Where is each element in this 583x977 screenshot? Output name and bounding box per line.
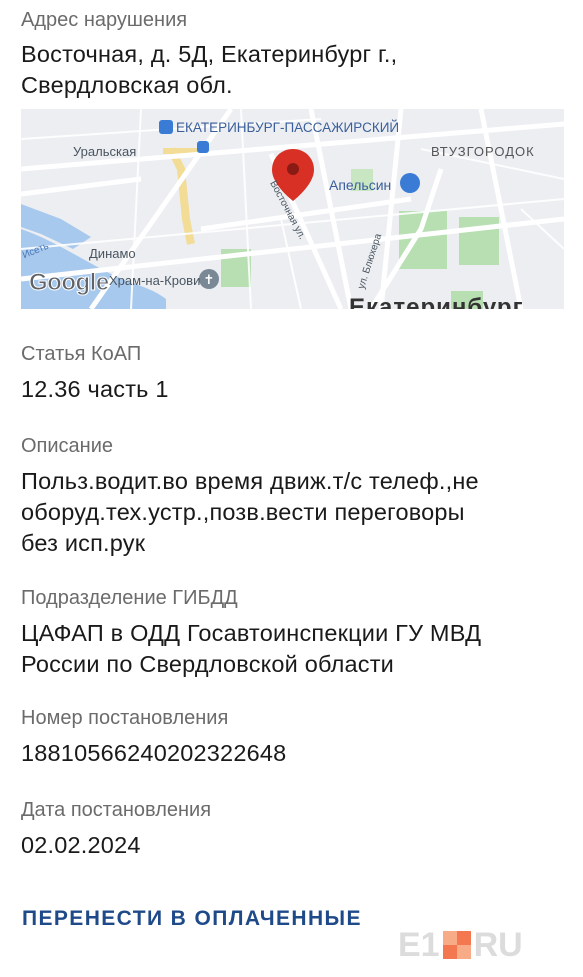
address-line-2: Свердловская обл. <box>21 72 233 98</box>
description-line-1: Польз.водит.во время движ.т/с телеф.,не <box>21 468 479 494</box>
description-label: Описание <box>21 435 114 457</box>
map-label-station: ЕКАТЕРИНБУРГ-ПАССАЖИРСКИЙ <box>176 120 400 135</box>
google-logo: Google <box>29 269 110 297</box>
description-line-2: оборуд.тех.устр.,позв.вести переговоры <box>21 499 465 525</box>
koap-article-value: 12.36 часть 1 <box>21 376 169 402</box>
watermark-squares-icon <box>442 931 471 959</box>
map-label-church: Храм-на-Крови <box>109 273 201 288</box>
map-label-apelsin: Апельсин <box>329 177 392 193</box>
violation-address-value: Восточная, д. 5Д, Екатеринбург г., Сверд… <box>21 39 559 101</box>
address-line-1: Восточная, д. 5Д, Екатеринбург г., <box>21 41 398 67</box>
gibdd-unit-field: Подразделение ГИБДД ЦАФАП в ОДД Госавтои… <box>21 586 559 680</box>
koap-article-field: Статья КоАП 12.36 часть 1 <box>21 342 559 405</box>
watermark-right-text: RU <box>473 926 523 964</box>
gibdd-unit-value: ЦАФАП в ОДД Госавтоинспекции ГУ МВД Росс… <box>21 618 559 680</box>
description-value: Польз.водит.во время движ.т/с телеф.,не … <box>21 466 559 559</box>
resolution-number-field: Номер постановления 18810566240202322648 <box>21 706 559 769</box>
map-label-vtuzgorodok: ВТУЗГОРОДОК <box>431 144 535 159</box>
map-label-uralskaya: Уральская <box>73 144 137 159</box>
move-to-paid-button[interactable]: ПЕРЕНЕСТИ В ОПЛАЧЕННЫЕ <box>22 907 362 931</box>
e1-watermark-logo: E1 RU <box>398 927 564 963</box>
gibdd-unit-label: Подразделение ГИБДД <box>21 587 238 609</box>
gibdd-unit-line-2: России по Свердловской области <box>21 651 395 677</box>
resolution-date-field: Дата постановления 02.02.2024 <box>21 798 559 861</box>
description-line-3: без исп.рук <box>21 530 146 556</box>
violation-location-map[interactable]: ✝ ЕКАТЕРИНБУРГ-ПАССАЖИРСКИЙ Уральская ВТ… <box>21 109 564 309</box>
shop-marker-icon <box>400 173 420 193</box>
resolution-date-label: Дата постановления <box>21 799 212 821</box>
park-area <box>459 217 499 265</box>
resolution-date-value: 02.02.2024 <box>21 832 141 858</box>
resolution-number-label: Номер постановления <box>21 707 229 729</box>
map-label-city: Екатеринбург <box>349 294 524 309</box>
violation-address-label: Адрес нарушения <box>21 9 188 31</box>
map-label-dinamo: Динамо <box>89 246 136 261</box>
watermark-left-text: E1 <box>398 926 440 964</box>
train-station-icon <box>159 120 173 134</box>
koap-article-label: Статья КоАП <box>21 343 142 365</box>
svg-text:✝: ✝ <box>204 273 215 288</box>
gibdd-unit-line-1: ЦАФАП в ОДД Госавтоинспекции ГУ МВД <box>21 620 482 646</box>
metro-icon <box>197 141 209 153</box>
description-field: Описание Польз.водит.во время движ.т/с т… <box>21 434 559 559</box>
resolution-number-value: 18810566240202322648 <box>21 740 287 766</box>
violation-address-field: Адрес нарушения Восточная, д. 5Д, Екатер… <box>21 8 559 101</box>
